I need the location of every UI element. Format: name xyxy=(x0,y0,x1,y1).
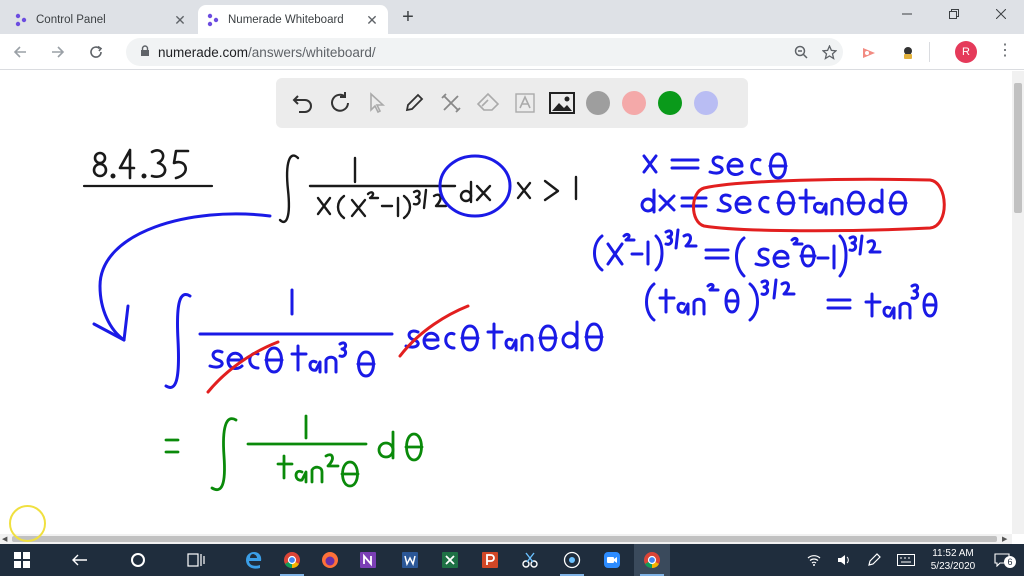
redo-icon[interactable] xyxy=(321,85,358,122)
chrome-menu-icon[interactable]: ⋮ xyxy=(994,41,1016,63)
numerade-favicon-icon xyxy=(14,13,28,27)
onenote-icon[interactable] xyxy=(350,544,386,576)
vertical-scroll-thumb[interactable] xyxy=(1014,83,1022,213)
url-text[interactable]: numerade.com/answers/whiteboard/ xyxy=(158,45,787,60)
bookmark-star-icon[interactable] xyxy=(815,38,843,66)
cortana-icon[interactable] xyxy=(120,544,156,576)
lavender-color-swatch[interactable] xyxy=(694,91,718,115)
extension-icon[interactable] xyxy=(897,42,919,64)
edge-icon[interactable] xyxy=(236,544,272,576)
substitution-ink xyxy=(92,152,938,389)
profile-avatar[interactable]: R xyxy=(955,41,977,63)
clock-time: 11:52 AM xyxy=(932,548,974,559)
minimize-button[interactable] xyxy=(884,0,930,28)
green-color-swatch[interactable] xyxy=(658,91,682,115)
keyboard-icon[interactable] xyxy=(892,544,920,576)
gray-color-swatch[interactable] xyxy=(586,91,610,115)
tab-title: Numerade Whiteboard xyxy=(228,13,344,26)
whiteboard-toolbar xyxy=(276,78,748,128)
powerpoint-icon[interactable] xyxy=(472,544,508,576)
tools-icon[interactable] xyxy=(432,85,469,122)
excel-icon[interactable] xyxy=(432,544,468,576)
cancellation-ink xyxy=(206,177,946,394)
horizontal-scrollbar[interactable]: ◀ ▶ xyxy=(0,534,1012,544)
notification-center-icon[interactable]: 6 xyxy=(990,544,1016,576)
firefox-icon[interactable] xyxy=(312,544,348,576)
clock-date: 5/23/2020 xyxy=(930,561,976,572)
start-button[interactable] xyxy=(4,544,40,576)
tab-title: Control Panel xyxy=(36,13,106,26)
back-arrow-icon xyxy=(13,46,26,58)
reload-icon xyxy=(90,45,103,58)
zoom-icon[interactable] xyxy=(787,38,815,66)
text-icon[interactable] xyxy=(506,85,543,122)
select-icon[interactable] xyxy=(358,85,395,122)
numerade-favicon-icon xyxy=(206,13,220,27)
integral-original-ink xyxy=(278,154,578,223)
problem-number-ink xyxy=(82,148,214,188)
chrome-taskbar-icon[interactable] xyxy=(274,544,310,576)
wifi-icon[interactable] xyxy=(804,544,824,576)
windows-logo-icon xyxy=(14,552,30,568)
tab-control-panel[interactable]: Control Panel ✕ xyxy=(6,5,196,34)
screen-recorder-icon[interactable] xyxy=(554,544,590,576)
screen-recorder-extension-icon[interactable] xyxy=(858,42,880,64)
url-host: numerade.com xyxy=(158,44,249,60)
whiteboard-canvas[interactable] xyxy=(0,71,1012,534)
word-icon[interactable] xyxy=(392,544,428,576)
close-window-button[interactable] xyxy=(978,0,1024,28)
url-path: /answers/whiteboard/ xyxy=(248,44,376,60)
pen-icon[interactable] xyxy=(395,85,432,122)
chrome-active-taskbar-icon[interactable] xyxy=(634,544,670,576)
forward-arrow-icon xyxy=(52,46,65,58)
pen-workspace-icon[interactable] xyxy=(864,544,884,576)
undo-icon[interactable] xyxy=(284,85,321,122)
tab-close-icon[interactable]: ✕ xyxy=(364,12,380,28)
result-integral-ink xyxy=(164,414,424,491)
restore-button[interactable] xyxy=(930,0,978,28)
handwriting-layer xyxy=(82,148,946,491)
back-nav-icon[interactable] xyxy=(62,544,98,576)
system-clock[interactable]: 11:52 AM 5/23/2020 xyxy=(925,547,981,573)
volume-icon[interactable] xyxy=(834,544,854,576)
pink-color-swatch[interactable] xyxy=(622,91,646,115)
task-view-icon[interactable] xyxy=(178,544,214,576)
taskbar: 11:52 AM 5/23/2020 6 xyxy=(0,544,1024,576)
zoom-app-icon[interactable] xyxy=(594,544,630,576)
horizontal-scroll-thumb[interactable] xyxy=(12,536,997,542)
vertical-scrollbar[interactable] xyxy=(1012,71,1024,534)
scroll-left-icon[interactable]: ◀ xyxy=(2,535,7,543)
new-tab-button[interactable]: + xyxy=(397,7,419,29)
scroll-right-icon[interactable]: ▶ xyxy=(1002,535,1007,543)
address-bar[interactable]: numerade.com/answers/whiteboard/ xyxy=(126,38,843,66)
notification-count: 6 xyxy=(1004,556,1016,568)
pointer-highlight xyxy=(9,505,46,542)
forward-button[interactable] xyxy=(44,38,72,66)
tab-strip: Control Panel ✕ Numerade Whiteboard ✕ + xyxy=(0,0,1024,34)
image-icon[interactable] xyxy=(543,85,580,122)
snipping-tool-icon[interactable] xyxy=(512,544,548,576)
back-button[interactable] xyxy=(6,38,34,66)
eraser-icon[interactable] xyxy=(469,85,506,122)
tab-close-icon[interactable]: ✕ xyxy=(172,12,188,28)
reload-button[interactable] xyxy=(82,38,110,66)
browser-toolbar: numerade.com/answers/whiteboard/ xyxy=(0,34,1024,70)
toolbar-divider xyxy=(929,42,930,62)
lock-icon[interactable] xyxy=(132,44,158,60)
tab-numerade-whiteboard[interactable]: Numerade Whiteboard ✕ xyxy=(198,5,388,34)
